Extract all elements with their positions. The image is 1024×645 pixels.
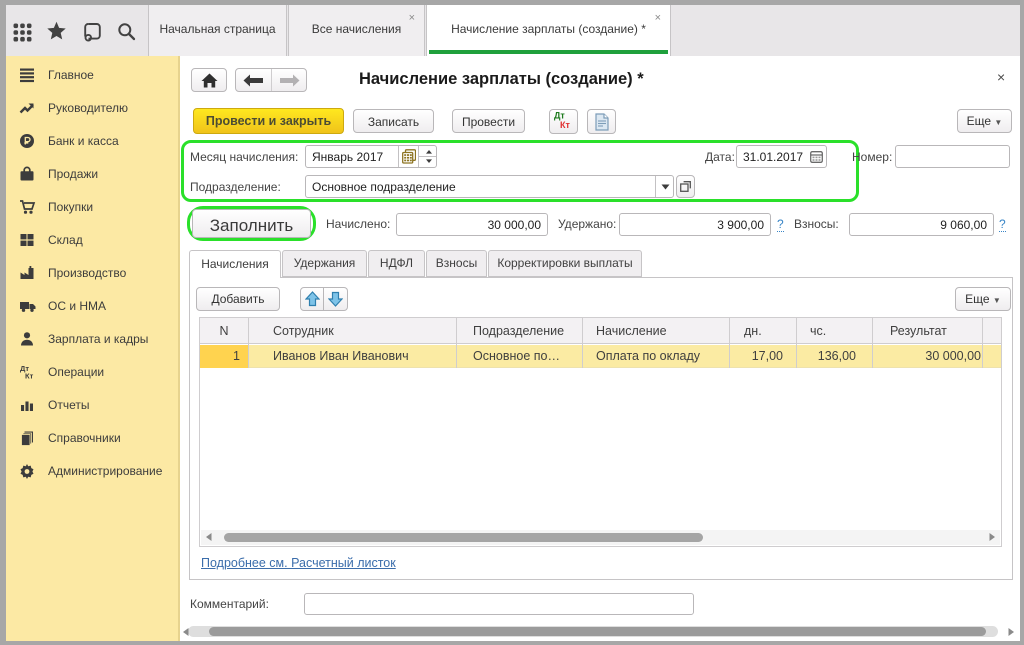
svg-text:Кт: Кт bbox=[560, 120, 570, 129]
svg-text:Дт: Дт bbox=[554, 111, 565, 121]
svg-text:Кт: Кт bbox=[25, 372, 34, 381]
